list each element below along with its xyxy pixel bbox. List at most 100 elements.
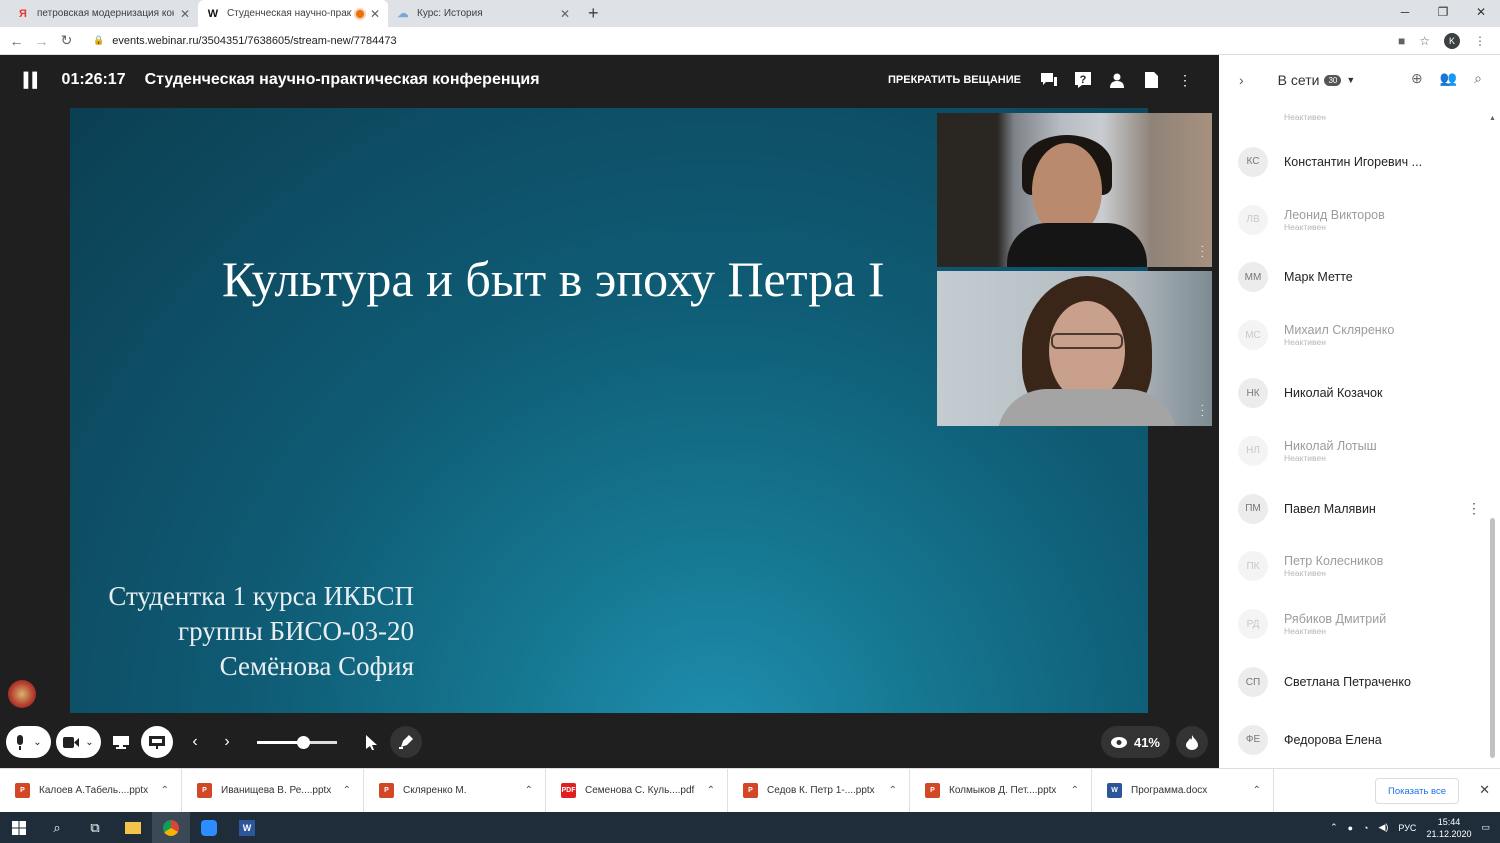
word-icon[interactable]: W (228, 812, 266, 843)
pointer-icon[interactable] (355, 726, 387, 758)
notifications-icon[interactable]: ▭ (1481, 822, 1490, 833)
close-tab-icon[interactable]: ✕ (560, 7, 570, 21)
chrome-icon[interactable] (152, 812, 190, 843)
chat-icon[interactable] (1041, 72, 1057, 88)
presentation-icon (149, 735, 165, 749)
participant-item[interactable]: ФЕ Федорова Елена (1219, 711, 1487, 769)
browser-tab[interactable]: W Студенческая научно-практ ✕ (198, 0, 388, 27)
clock[interactable]: 15:44 21.12.2020 (1426, 816, 1471, 840)
participant-item[interactable]: НК Николай Козачок (1219, 364, 1487, 422)
browser-menu-icon[interactable]: ⋮ (1474, 34, 1486, 48)
presentation-mode-button[interactable] (141, 726, 173, 758)
participant-item[interactable]: НЛ Николай Лотыш Неактивен (1219, 422, 1487, 480)
question-icon[interactable]: ? (1075, 72, 1091, 88)
previous-slide-icon[interactable]: ‹ (179, 726, 211, 758)
search-icon[interactable]: ⌕ (38, 812, 76, 843)
download-item[interactable]: P Скляренко М. ⌃ (364, 768, 546, 813)
participant-item[interactable]: ПМ Павел Малявин ⋮ (1219, 480, 1487, 538)
browser-tab[interactable]: ☁ Курс: История ✕ (388, 0, 578, 27)
broadcast-timer: 01:26:17 (61, 71, 126, 88)
forward-icon[interactable]: → (29, 33, 54, 49)
network-icon[interactable]: ◔ (1363, 823, 1368, 833)
close-tab-icon[interactable]: ✕ (370, 7, 380, 21)
scrollbar[interactable]: ▲ (1489, 115, 1496, 765)
draw-tool-icon[interactable] (390, 726, 422, 758)
viewers-indicator[interactable]: 41% (1100, 726, 1170, 758)
chevron-up-icon[interactable]: ⌃ (1253, 785, 1261, 796)
chevron-up-icon[interactable]: ⌃ (889, 785, 897, 796)
collapse-panel-icon[interactable]: › (1239, 72, 1244, 88)
group-icon[interactable]: 👥 (1440, 70, 1457, 87)
participant-item[interactable]: СП Светлана Петраченко (1219, 653, 1487, 711)
close-window-button[interactable]: ✕ (1462, 0, 1500, 24)
microphone-button[interactable]: ⌄ (6, 726, 51, 758)
download-item[interactable]: P Седов К. Петр 1-....pptx ⌃ (728, 768, 910, 813)
task-view-icon[interactable]: ⧉ (76, 812, 114, 843)
participant-menu-icon[interactable]: ⋮ (1467, 500, 1481, 517)
cam-menu-icon[interactable]: · · · (1201, 242, 1204, 262)
webcam-feed[interactable]: · · · (937, 113, 1212, 267)
profile-avatar[interactable]: K (1444, 32, 1460, 49)
more-options-icon[interactable]: ⋮ (1177, 72, 1193, 88)
browser-tab[interactable]: Япетровская модернизация конц ✕ (8, 0, 198, 27)
download-item[interactable]: P Иванищева В. Ре....pptx ⌃ (182, 768, 364, 813)
zoom-icon[interactable] (190, 812, 228, 843)
restore-button[interactable]: ❐ (1424, 0, 1462, 24)
cam-menu-icon[interactable]: · · · (1201, 401, 1204, 421)
chevron-up-icon[interactable]: ⌃ (161, 785, 169, 796)
participants-icon[interactable] (1109, 72, 1125, 88)
search-icon[interactable]: ⌕ (1474, 70, 1482, 87)
webcam-feed[interactable]: · · · (937, 271, 1212, 426)
participant-item[interactable]: КС Константин Игоревич ... (1219, 133, 1487, 191)
chevron-up-icon[interactable]: ⌃ (343, 785, 351, 796)
volume-slider[interactable] (257, 735, 337, 749)
download-item[interactable]: P Колмыков Д. Пет....pptx ⌃ (910, 768, 1092, 813)
close-downloads-icon[interactable]: ✕ (1479, 782, 1490, 798)
download-item[interactable]: PDF Семенова С. Куль....pdf ⌃ (546, 768, 728, 813)
chevron-down-icon[interactable]: ⌄ (85, 737, 93, 748)
participant-avatar: НК (1238, 378, 1268, 409)
fire-icon[interactable] (1176, 726, 1208, 758)
camera-icon[interactable]: ■ (1398, 34, 1405, 48)
file-icon[interactable] (1143, 72, 1159, 88)
show-all-button[interactable]: Показать все (1375, 778, 1459, 804)
back-icon[interactable]: ← (4, 33, 29, 49)
download-filename: Программа.docx (1131, 785, 1208, 796)
add-icon[interactable]: ⊕ (1411, 70, 1423, 87)
reload-icon[interactable]: ↻ (54, 32, 79, 49)
volume-icon[interactable]: ◀) (1378, 822, 1388, 833)
online-filter[interactable]: В сети 30 ▼ (1278, 72, 1356, 88)
scroll-up-icon[interactable]: ▲ (1489, 115, 1496, 122)
bookmark-star-icon[interactable]: ☆ (1419, 34, 1430, 48)
new-tab-button[interactable]: + (588, 3, 599, 24)
volume-knob[interactable] (296, 735, 310, 749)
chevron-up-icon[interactable]: ⌃ (525, 785, 533, 796)
microphone-tray-icon[interactable]: ● (1348, 823, 1353, 833)
participant-item[interactable]: ПК Петр Колесников Неактивен (1219, 538, 1487, 596)
camera-button[interactable]: ⌄ (56, 726, 101, 758)
windows-start-icon[interactable] (0, 812, 38, 843)
participant-status: Неактивен (1284, 337, 1326, 348)
screen-share-icon[interactable] (105, 726, 137, 758)
participant-item[interactable]: РД Рябиков Дмитрий Неактивен (1219, 595, 1487, 653)
pause-icon[interactable]: ▍▍ (24, 72, 43, 89)
participant-name: Николай Лотыш (1284, 438, 1377, 453)
file-explorer-icon[interactable] (114, 812, 152, 843)
close-tab-icon[interactable]: ✕ (180, 7, 190, 21)
download-item[interactable]: W Программа.docx ⌃ (1092, 768, 1274, 813)
url-field[interactable]: 🔒 events.webinar.ru/3504351/7638605/stre… (93, 35, 1398, 47)
minimize-button[interactable]: ─ (1386, 0, 1424, 24)
chevron-up-icon[interactable]: ⌃ (1071, 785, 1079, 796)
scroll-thumb[interactable] (1490, 518, 1495, 758)
participant-item[interactable]: Неактивен (1219, 105, 1487, 133)
participant-item[interactable]: МС Михаил Скляренко Неактивен (1219, 306, 1487, 364)
chevron-down-icon[interactable]: ⌄ (33, 737, 41, 748)
participant-item[interactable]: ЛВ Леонид Викторов Неактивен (1219, 191, 1487, 249)
stop-broadcast-button[interactable]: ПРЕКРАТИТЬ ВЕЩАНИЕ (888, 74, 1021, 86)
language-indicator[interactable]: РУС (1398, 823, 1416, 833)
next-slide-icon[interactable]: › (211, 726, 243, 758)
download-item[interactable]: P Калоев А.Табель....pptx ⌃ (0, 768, 182, 813)
participant-item[interactable]: ММ Марк Метте (1219, 249, 1487, 307)
chevron-up-icon[interactable]: ⌃ (707, 785, 715, 796)
tray-expand-icon[interactable]: ⌃ (1330, 822, 1338, 833)
